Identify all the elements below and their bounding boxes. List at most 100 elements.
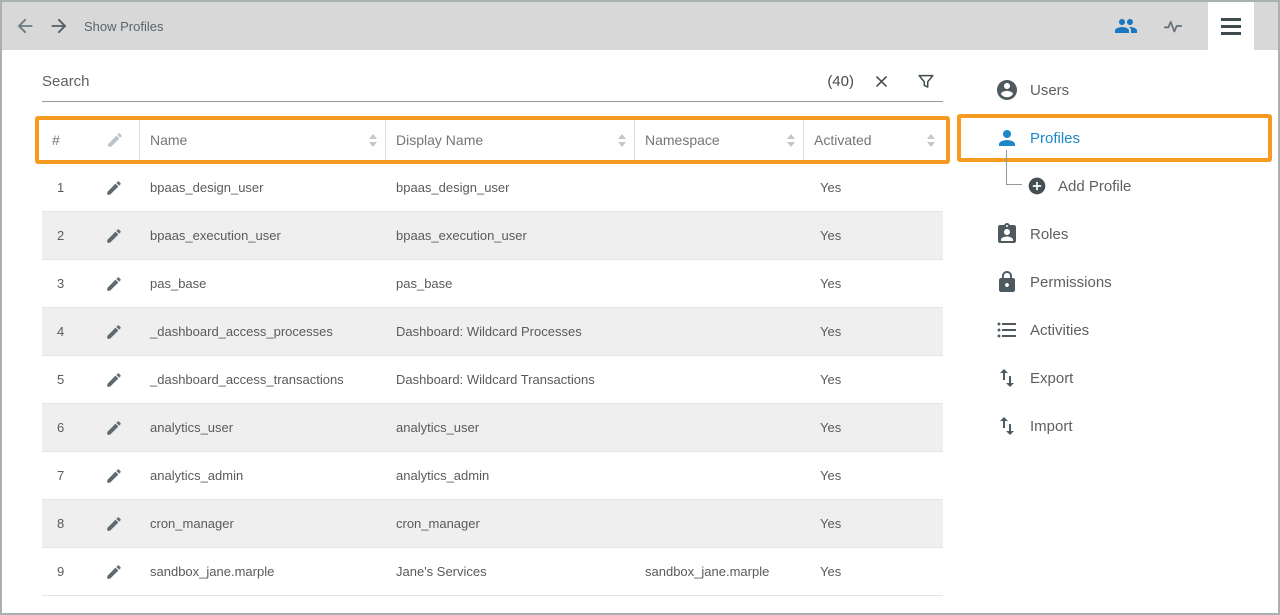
forward-arrow-icon[interactable] — [48, 15, 70, 37]
table-row[interactable]: 8 cron_manager cron_manager Yes — [42, 500, 943, 548]
profile-activated: Yes — [803, 500, 943, 547]
table-row[interactable]: 2 bpaas_execution_user bpaas_execution_u… — [42, 212, 943, 260]
edit-cell — [96, 548, 139, 595]
sort-arrows-icon[interactable] — [618, 134, 626, 147]
profile-activated: Yes — [803, 260, 943, 307]
filter-funnel-icon[interactable] — [915, 71, 937, 93]
edit-cell — [96, 212, 139, 259]
sidebar: Users Profiles Add Profile — [953, 50, 1278, 613]
column-header-label: Display Name — [396, 132, 483, 148]
edit-pencil-icon[interactable] — [105, 323, 123, 341]
edit-pencil-icon[interactable] — [105, 515, 123, 533]
column-header-number[interactable]: # — [42, 120, 96, 160]
search-bar: (40) — [42, 62, 943, 102]
profile-activated: Yes — [803, 356, 943, 403]
sidebar-item-users[interactable]: Users — [953, 66, 1278, 114]
row-number: 6 — [42, 404, 96, 451]
sidebar-item-label: Activities — [1030, 322, 1089, 339]
profile-activated: Yes — [803, 308, 943, 355]
edit-pencil-icon[interactable] — [105, 227, 123, 245]
annotation-highlight-profiles: Profiles — [957, 114, 1272, 162]
topbar: Show Profiles — [2, 2, 1278, 50]
lock-icon — [995, 270, 1019, 294]
edit-pencil-icon[interactable] — [105, 563, 123, 581]
profile-name: _dashboard_access_transactions — [139, 356, 385, 403]
edit-pencil-icon[interactable] — [105, 467, 123, 485]
profile-display-name: Dashboard: Wildcard Transactions — [385, 356, 634, 403]
hamburger-bar — [1221, 32, 1241, 35]
hamburger-bar — [1221, 18, 1241, 21]
profile-name: analytics_admin — [139, 452, 385, 499]
edit-cell — [96, 452, 139, 499]
row-number: 2 — [42, 212, 96, 259]
profile-activated: Yes — [803, 452, 943, 499]
sort-arrows-icon[interactable] — [787, 134, 795, 147]
back-arrow-icon[interactable] — [14, 15, 36, 37]
sidebar-item-export[interactable]: Export — [953, 354, 1278, 402]
profile-namespace — [634, 164, 803, 211]
profile-display-name: bpaas_execution_user — [385, 212, 634, 259]
profile-name: _dashboard_access_processes — [139, 308, 385, 355]
column-header-label: Namespace — [645, 132, 720, 148]
profile-display-name: Jane's Services — [385, 548, 634, 595]
table-row[interactable]: 5 _dashboard_access_transactions Dashboa… — [42, 356, 943, 404]
result-count: (40) — [827, 73, 854, 90]
column-header-namespace[interactable]: Namespace — [634, 120, 803, 160]
sidebar-item-import[interactable]: Import — [953, 402, 1278, 450]
sidebar-item-roles[interactable]: Roles — [953, 210, 1278, 258]
edit-pencil-icon[interactable] — [105, 419, 123, 437]
profile-namespace — [634, 356, 803, 403]
sort-arrows-icon[interactable] — [369, 134, 377, 147]
list-icon — [995, 318, 1019, 342]
import-export-icon — [995, 366, 1019, 390]
sidebar-item-add-profile[interactable]: Add Profile — [953, 162, 1278, 210]
users-group-icon[interactable] — [1114, 14, 1138, 38]
table-row[interactable]: 3 pas_base pas_base Yes — [42, 260, 943, 308]
profile-activated: Yes — [803, 404, 943, 451]
import-export-icon — [995, 414, 1019, 438]
profile-namespace — [634, 308, 803, 355]
edit-cell — [96, 404, 139, 451]
edit-pencil-icon[interactable] — [105, 275, 123, 293]
table-row[interactable]: 1 bpaas_design_user bpaas_design_user Ye… — [42, 164, 943, 212]
table-body: 1 bpaas_design_user bpaas_design_user Ye… — [42, 164, 943, 596]
content-area: (40) # — [2, 50, 1278, 613]
profile-display-name: Dashboard: Wildcard Processes — [385, 308, 634, 355]
column-header-edit — [96, 120, 139, 160]
row-number: 5 — [42, 356, 96, 403]
column-header-display-name[interactable]: Display Name — [385, 120, 634, 160]
annotation-highlight-header: # Name Display Name — [35, 116, 950, 164]
edit-pencil-icon — [106, 131, 124, 149]
sort-arrows-icon[interactable] — [927, 134, 935, 147]
sidebar-item-label: Permissions — [1030, 274, 1112, 291]
edit-pencil-icon[interactable] — [105, 371, 123, 389]
pulse-icon[interactable] — [1162, 15, 1184, 37]
hamburger-menu-icon[interactable] — [1208, 2, 1254, 50]
sidebar-item-permissions[interactable]: Permissions — [953, 258, 1278, 306]
profile-name: bpaas_execution_user — [139, 212, 385, 259]
profile-name: cron_manager — [139, 500, 385, 547]
sidebar-item-label: Roles — [1030, 226, 1068, 243]
table-row[interactable]: 4 _dashboard_access_processes Dashboard:… — [42, 308, 943, 356]
column-header-name[interactable]: Name — [139, 120, 385, 160]
sidebar-item-label: Import — [1030, 418, 1073, 435]
profile-namespace — [634, 212, 803, 259]
clear-icon[interactable] — [872, 72, 891, 91]
column-header-activated[interactable]: Activated — [803, 120, 943, 160]
search-input[interactable] — [42, 73, 827, 90]
profile-name: bpaas_design_user — [139, 164, 385, 211]
column-header-label: Activated — [814, 132, 872, 148]
table-row[interactable]: 7 analytics_admin analytics_admin Yes — [42, 452, 943, 500]
profile-namespace — [634, 260, 803, 307]
edit-cell — [96, 500, 139, 547]
sidebar-item-label: Add Profile — [1058, 178, 1131, 195]
profile-activated: Yes — [803, 548, 943, 595]
column-header-label: # — [52, 132, 60, 148]
sidebar-item-activities[interactable]: Activities — [953, 306, 1278, 354]
table-row[interactable]: 6 analytics_user analytics_user Yes — [42, 404, 943, 452]
main-panel: (40) # — [2, 50, 953, 613]
row-number: 9 — [42, 548, 96, 595]
row-number: 4 — [42, 308, 96, 355]
edit-pencil-icon[interactable] — [105, 179, 123, 197]
table-row[interactable]: 9 sandbox_jane.marple Jane's Services sa… — [42, 548, 943, 596]
